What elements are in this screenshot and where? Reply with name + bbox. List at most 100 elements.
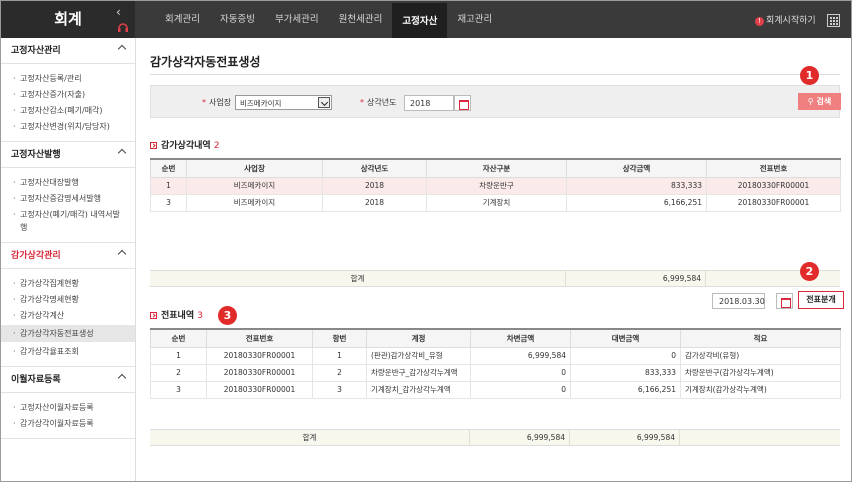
col-header[interactable]: 전표번호 bbox=[706, 158, 841, 178]
cell: 차량운반구 bbox=[426, 176, 567, 195]
total-label: 합계 bbox=[150, 430, 470, 445]
sidebar-item-asset-carryover[interactable]: 고정자산이월자료등록 bbox=[1, 401, 135, 414]
table-row[interactable]: 1 비즈메카이지 2018 차량운반구 833,333 20180330FR00… bbox=[150, 176, 841, 195]
sidebar-item-depreciation-auto-voucher[interactable]: 감가상각자동전표생성 bbox=[1, 325, 135, 342]
calendar-icon[interactable] bbox=[454, 95, 471, 111]
cell: 6,166,251 bbox=[566, 193, 707, 212]
total-debit: 6,999,584 bbox=[470, 430, 570, 445]
chevron-up-icon bbox=[117, 373, 127, 383]
cell: 0 bbox=[470, 380, 571, 399]
chevron-up-icon bbox=[117, 148, 127, 158]
cell: (판관)감가상각비_유형 bbox=[366, 346, 471, 365]
sidebar-item-asset-ledger[interactable]: 고정자산대장발행 bbox=[1, 176, 135, 189]
col-header[interactable]: 대변금액 bbox=[570, 328, 681, 348]
total-credit: 6,999,584 bbox=[570, 430, 680, 445]
cell: 비즈메카이지 bbox=[186, 176, 323, 195]
cell: 1 bbox=[312, 346, 367, 365]
cell: 20180330FR00001 bbox=[206, 346, 313, 365]
col-header[interactable]: 상각금액 bbox=[566, 158, 707, 178]
business-select[interactable]: 비즈메카이지 bbox=[235, 95, 332, 110]
nav-item-auto-evidence[interactable]: 자동증빙 bbox=[210, 1, 265, 38]
total-amount: 6,999,584 bbox=[566, 271, 706, 286]
depreciation-section-title: 감가상각내역 2 bbox=[150, 138, 220, 151]
collapse-sidebar-icon[interactable]: ‹ bbox=[116, 5, 121, 19]
sidebar-section-title[interactable]: 고정자산관리 bbox=[1, 38, 135, 64]
cell: 20180330FR00001 bbox=[206, 363, 313, 382]
nav-item-accounting[interactable]: 회계관리 bbox=[155, 1, 210, 38]
callout-marker-2: 2 bbox=[800, 262, 819, 281]
col-header[interactable]: 적요 bbox=[680, 328, 841, 348]
col-header[interactable]: 전표번호 bbox=[206, 328, 313, 348]
cell: 3 bbox=[312, 380, 367, 399]
col-header[interactable]: 상각년도 bbox=[322, 158, 427, 178]
calendar-icon[interactable] bbox=[776, 293, 793, 309]
app-logo[interactable]: 회계 bbox=[1, 1, 135, 38]
cell: 2 bbox=[150, 363, 207, 382]
col-header[interactable]: 순번 bbox=[150, 328, 207, 348]
table-row[interactable]: 2 20180330FR00001 2 차량운반구_감가상각누계액 0 833,… bbox=[150, 363, 841, 382]
sidebar-item-asset-decrease[interactable]: 고정자산감소(폐기/매각) bbox=[1, 104, 135, 117]
nav-item-vat[interactable]: 부가세관리 bbox=[265, 1, 329, 38]
sidebar-item-depreciation-rate[interactable]: 감가상각율표조회 bbox=[1, 345, 135, 358]
cell: 기계장치 bbox=[426, 193, 567, 212]
voucher-date-input[interactable]: 2018.03.30 bbox=[712, 293, 765, 309]
col-header[interactable]: 항번 bbox=[312, 328, 367, 348]
sidebar-item-asset-disposal-statement[interactable]: 고정자산(폐기/매각) 내역서발행 bbox=[1, 208, 135, 234]
sidebar-item-asset-register[interactable]: 고정자산등록/관리 bbox=[1, 72, 135, 85]
sidebar-section-title[interactable]: 감가상각관리 bbox=[1, 243, 135, 269]
cell: 0 bbox=[470, 363, 571, 382]
cell: 3 bbox=[150, 380, 207, 399]
start-accounting-link[interactable]: ! 회계시작하기 bbox=[755, 13, 816, 26]
table-row[interactable]: 3 비즈메카이지 2018 기계장치 6,166,251 20180330FR0… bbox=[150, 193, 841, 212]
depreciation-total-row: 합계 6,999,584 bbox=[150, 270, 840, 287]
table-row[interactable]: 3 20180330FR00001 3 기계장치_감가상각누계액 0 6,166… bbox=[150, 380, 841, 399]
cell: 0 bbox=[570, 346, 681, 365]
calculator-icon[interactable] bbox=[827, 14, 840, 27]
cell: 6,999,584 bbox=[470, 346, 571, 365]
depreciation-count: 2 bbox=[213, 141, 220, 151]
total-label: 합계 bbox=[150, 271, 566, 286]
sidebar-item-asset-change[interactable]: 고정자산변경(위치/담당자) bbox=[1, 120, 135, 133]
cell: 20180330FR00001 bbox=[706, 193, 841, 212]
sidebar-section-title[interactable]: 이월자료등록 bbox=[1, 367, 135, 393]
year-label: * 상각년도 bbox=[360, 98, 397, 107]
search-button[interactable]: ⚲ 검색 bbox=[798, 93, 841, 110]
col-header[interactable]: 사업장 bbox=[186, 158, 323, 178]
start-accounting-label: 회계시작하기 bbox=[766, 16, 816, 26]
sidebar-section-title[interactable]: 고정자산발행 bbox=[1, 142, 135, 168]
col-header[interactable]: 자산구분 bbox=[426, 158, 567, 178]
year-input[interactable]: 2018 bbox=[404, 95, 454, 111]
sidebar-item-depreciation-carryover[interactable]: 감가상각이월자료등록 bbox=[1, 417, 135, 430]
sidebar-item-depreciation-detail[interactable]: 감가상각명세현황 bbox=[1, 293, 135, 306]
cell: 1 bbox=[150, 176, 187, 195]
info-icon: ! bbox=[755, 17, 764, 26]
sidebar-item-asset-change-statement[interactable]: 고정자산증감명세서발행 bbox=[1, 192, 135, 205]
col-header[interactable]: 계정 bbox=[366, 328, 471, 348]
col-header[interactable]: 순번 bbox=[150, 158, 187, 178]
nav-item-fixed-assets[interactable]: 고정자산 bbox=[392, 1, 448, 38]
cell: 2 bbox=[312, 363, 367, 382]
voucher-total-row: 합계 6,999,584 6,999,584 bbox=[150, 429, 840, 446]
table-row[interactable]: 1 20180330FR00001 1 (판관)감가상각비_유형 6,999,5… bbox=[150, 346, 841, 365]
sidebar-section-depreciation: 감가상각관리 감가상각집계현황 감가상각명세현황 감가상각계산 감가상각자동전표… bbox=[1, 243, 135, 367]
voucher-split-button[interactable]: 전표분개 bbox=[798, 291, 844, 309]
sidebar-item-depreciation-calc[interactable]: 감가상각계산 bbox=[1, 309, 135, 322]
sidebar-item-asset-increase[interactable]: 고정자산증가(자출) bbox=[1, 88, 135, 101]
nav-item-inventory[interactable]: 재고관리 bbox=[447, 1, 502, 38]
sidebar-section-asset-management: 고정자산관리 고정자산등록/관리 고정자산증가(자출) 고정자산감소(폐기/매각… bbox=[1, 38, 135, 142]
business-label: * 사업장 bbox=[202, 98, 232, 107]
chevron-up-icon bbox=[117, 249, 127, 259]
headset-icon[interactable] bbox=[117, 21, 129, 33]
cell: 20180330FR00001 bbox=[706, 176, 841, 195]
cell: 6,166,251 bbox=[570, 380, 681, 399]
voucher-section-title: 전표내역 3 bbox=[150, 308, 203, 321]
cell: 3 bbox=[150, 193, 187, 212]
main-nav: 회계관리 자동증빙 부가세관리 원천세관리 고정자산 재고관리 bbox=[155, 1, 502, 38]
sidebar-item-depreciation-summary[interactable]: 감가상각집계현황 bbox=[1, 277, 135, 290]
cell: 차량운반구_감가상각누계액 bbox=[366, 363, 471, 382]
col-header[interactable]: 차변금액 bbox=[470, 328, 571, 348]
depreciation-table: 순번 사업장 상각년도 자산구분 상각금액 전표번호 1 비즈메카이지 2018… bbox=[150, 158, 841, 212]
cell: 2018 bbox=[322, 176, 427, 195]
chevron-up-icon bbox=[117, 44, 127, 54]
nav-item-withholding-tax[interactable]: 원천세관리 bbox=[329, 1, 393, 38]
